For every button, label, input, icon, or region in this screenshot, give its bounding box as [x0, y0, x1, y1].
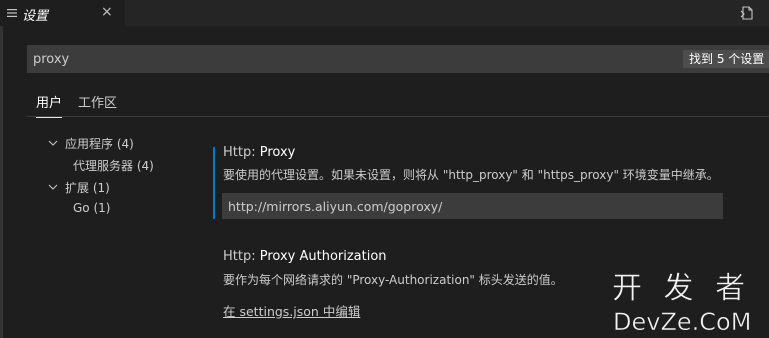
chevron-down-icon[interactable]	[48, 138, 58, 148]
setting-title: Http: Proxy Authorization	[223, 249, 387, 264]
toc-item-application[interactable]: 应用程序 (4)	[65, 135, 134, 152]
search-result-count: 找到 5 个设置	[683, 50, 769, 68]
watermark-line-2: DevZe.CoM	[613, 308, 751, 336]
toc-item-proxy[interactable]: 代理服务器 (4)	[73, 157, 154, 174]
search-input[interactable]	[33, 49, 633, 69]
tab-user[interactable]: 用户	[36, 92, 63, 118]
focused-setting-indicator	[213, 147, 215, 219]
tab-title: 设置	[22, 9, 49, 24]
setting-name: Proxy	[259, 145, 296, 160]
watermark: 开 发 者 DevZe.CoM	[612, 271, 752, 336]
setting-description: 要作为每个网络请求的 "Proxy-Authorization" 标头发送的值。	[223, 273, 563, 287]
chevron-down-icon[interactable]	[48, 182, 58, 192]
settings-search-box[interactable]: 找到 5 个设置	[27, 45, 769, 73]
tab-workspace[interactable]: 工作区	[78, 92, 117, 111]
proxy-url-field[interactable]	[222, 193, 723, 219]
toc-item-extensions[interactable]: 扩展 (1)	[65, 179, 110, 196]
setting-name: Proxy Authorization	[259, 249, 387, 264]
open-settings-json-icon[interactable]	[739, 5, 755, 21]
settings-list-icon	[7, 9, 17, 17]
settings-tab[interactable]: 设置 ×	[0, 0, 125, 26]
editor-tab-bar: 设置 ×	[0, 0, 769, 26]
setting-description: 要使用的代理设置。如果未设置，则将从 "http_proxy" 和 "https…	[223, 168, 719, 182]
edit-in-settings-json-link[interactable]: 在 settings.json 中编辑	[223, 301, 360, 320]
settings-window: 设置 × 找到 5 个设置 用户 工作区 应用程序 (4) 代理服务器 (4) …	[0, 0, 769, 338]
setting-title: Http: Proxy	[223, 145, 295, 160]
scope-divider	[27, 116, 769, 117]
close-icon[interactable]: ×	[101, 4, 113, 20]
setting-category: Http:	[223, 249, 260, 264]
watermark-line-1: 开 发 者	[612, 271, 751, 306]
setting-category: Http:	[223, 145, 260, 160]
toc-item-go[interactable]: Go (1)	[73, 201, 110, 215]
activity-edge	[0, 26, 3, 338]
